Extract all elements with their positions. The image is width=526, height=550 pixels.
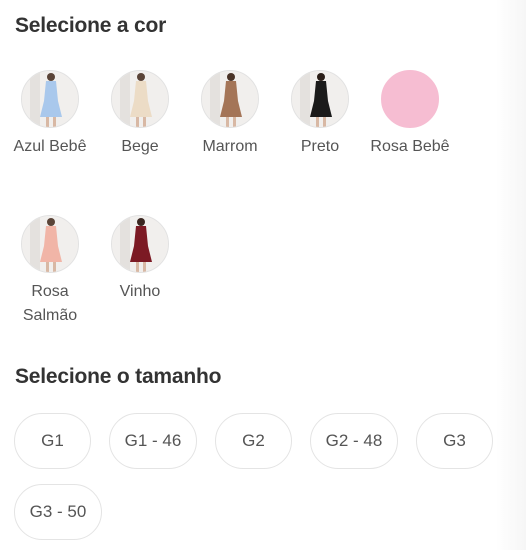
color-label: Preto — [300, 138, 340, 155]
color-label: Rosa Bebê — [370, 138, 450, 155]
size-option-g1-46[interactable]: G1 - 46 — [109, 413, 197, 469]
dress-model-image — [112, 216, 168, 272]
color-label: Marrom — [202, 138, 258, 155]
size-option-g1[interactable]: G1 — [14, 413, 91, 469]
size-option-g3-50[interactable]: G3 - 50 — [14, 484, 102, 540]
size-option-g2-48[interactable]: G2 - 48 — [310, 413, 398, 469]
color-option-vinho[interactable]: Vinho — [95, 215, 185, 304]
color-option-bege[interactable]: Bege — [95, 70, 185, 159]
color-option-rosa-bebe[interactable]: Rosa Bebê — [365, 70, 455, 159]
color-swatch-solid — [381, 70, 439, 128]
color-label: Vinho — [119, 283, 161, 300]
color-swatch-image — [291, 70, 349, 128]
dress-model-image — [112, 71, 168, 127]
color-swatch-image — [201, 70, 259, 128]
dress-model-image — [22, 71, 78, 127]
size-option-g2[interactable]: G2 — [215, 413, 292, 469]
color-option-azul-bebe[interactable]: Azul Bebê — [5, 70, 95, 159]
size-section-title: Selecione o tamanho — [15, 365, 222, 388]
color-swatch-image — [21, 215, 79, 273]
color-option-marrom[interactable]: Marrom — [185, 70, 275, 159]
color-label: Rosa Salmão — [22, 283, 78, 324]
color-label: Azul Bebê — [13, 138, 87, 155]
right-edge-shade — [496, 0, 526, 550]
dress-model-image — [292, 71, 348, 127]
color-option-rosa-salmao[interactable]: Rosa Salmão — [5, 215, 95, 328]
color-swatch-image — [111, 215, 169, 273]
dress-model-image — [22, 216, 78, 272]
color-option-preto[interactable]: Preto — [275, 70, 365, 159]
color-label: Bege — [121, 138, 159, 155]
dress-model-image — [202, 71, 258, 127]
color-section-title: Selecione a cor — [15, 14, 167, 37]
color-swatch-image — [111, 70, 169, 128]
size-option-g3[interactable]: G3 — [416, 413, 493, 469]
color-swatch-image — [21, 70, 79, 128]
